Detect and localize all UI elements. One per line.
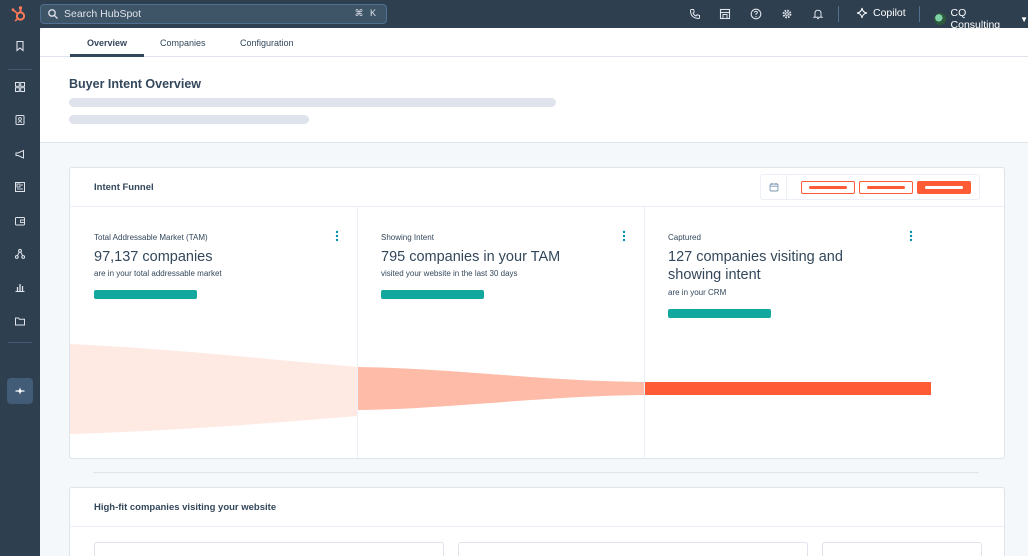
tab-companies[interactable]: Companies (160, 38, 206, 48)
bell-icon[interactable] (812, 8, 824, 20)
company-tile[interactable] (822, 542, 982, 556)
help-icon[interactable] (750, 8, 762, 20)
intent-funnel-card: Intent Funnel Total Addressable Market (… (69, 167, 1005, 459)
stage-subtext: are in your total addressable market (94, 269, 222, 278)
section-divider (93, 472, 979, 473)
stage-subtext: visited your website in the last 30 days (381, 269, 518, 278)
top-navigation-bar: Search HubSpot ⌘ K Copilot CQ Consulting… (0, 0, 1028, 31)
sidebar-item-breeze[interactable] (7, 378, 33, 404)
page-title: Buyer Intent Overview (69, 77, 201, 91)
chevron-down-icon: ▼ (1020, 14, 1028, 24)
page-header: Buyer Intent Overview (40, 57, 1028, 143)
stage-label: Showing Intent (381, 233, 434, 242)
copilot-sparkle-icon (856, 7, 868, 19)
tab-overview[interactable]: Overview (87, 38, 127, 48)
stage-link-placeholder[interactable] (94, 290, 197, 299)
kebab-menu-icon[interactable] (335, 230, 339, 242)
settings-icon[interactable] (781, 8, 793, 20)
card-divider (70, 526, 1004, 527)
phone-icon[interactable] (689, 8, 701, 20)
search-shortcut-hint: ⌘ K (354, 8, 378, 18)
company-tile[interactable] (458, 542, 808, 556)
hubspot-logo-icon[interactable] (10, 5, 28, 23)
stage-label: Captured (668, 233, 701, 242)
tab-configuration[interactable]: Configuration (240, 38, 294, 48)
stage-headline: 127 companies visiting and showing inten… (668, 249, 843, 283)
stage-headline: 97,137 companies (94, 249, 213, 265)
dashboard-icon[interactable] (14, 81, 26, 93)
contacts-icon[interactable] (14, 114, 26, 126)
tab-bar: Overview Companies Configuration (40, 28, 1028, 57)
commerce-icon[interactable] (14, 215, 26, 227)
automation-icon[interactable] (14, 248, 26, 260)
topbar-divider (838, 6, 839, 22)
sidebar-divider (8, 69, 32, 70)
stage-headline: 795 companies in your TAM (381, 249, 561, 265)
stage-subtext: are in your CRM (668, 288, 727, 297)
avatar (934, 13, 946, 25)
high-fit-companies-card: High-fit companies visiting your website (69, 487, 1005, 556)
content-icon[interactable] (14, 181, 26, 193)
funnel-stage-captured: Captured 127 companies visiting and show… (644, 206, 1004, 458)
search-icon (48, 9, 58, 19)
megaphone-icon[interactable] (14, 148, 26, 160)
breeze-icon (15, 387, 25, 395)
global-search[interactable]: Search HubSpot ⌘ K (40, 4, 387, 24)
copilot-label: Copilot (873, 7, 906, 19)
stage-link-placeholder[interactable] (381, 290, 484, 299)
funnel-stage-showing-intent: Showing Intent 795 companies in your TAM… (357, 206, 644, 458)
kebab-menu-icon[interactable] (622, 230, 626, 242)
loading-placeholder (69, 115, 309, 124)
kebab-menu-icon[interactable] (909, 230, 913, 242)
search-input[interactable]: Search HubSpot (64, 8, 141, 20)
topbar-divider (919, 6, 920, 22)
marketplace-icon[interactable] (719, 8, 731, 20)
left-sidebar (0, 28, 40, 556)
company-tile[interactable] (94, 542, 444, 556)
high-fit-title: High-fit companies visiting your website (94, 502, 277, 513)
stage-link-placeholder[interactable] (668, 309, 771, 318)
funnel-stage-tam: Total Addressable Market (TAM) 97,137 co… (70, 206, 357, 458)
sidebar-divider (8, 342, 32, 343)
stage-label: Total Addressable Market (TAM) (94, 233, 208, 242)
main-content: Overview Companies Configuration Buyer I… (40, 28, 1028, 556)
reports-icon[interactable] (14, 281, 26, 293)
loading-placeholder (69, 98, 556, 107)
copilot-button[interactable]: Copilot (856, 7, 906, 19)
folder-icon[interactable] (14, 315, 26, 327)
bookmark-icon[interactable] (14, 40, 26, 52)
